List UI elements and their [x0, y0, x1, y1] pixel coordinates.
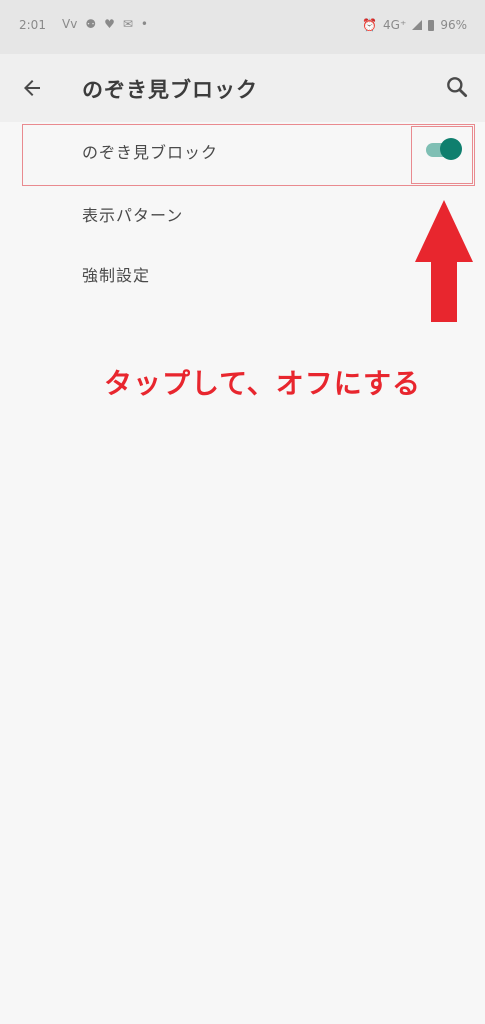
setting-label-force-setting: 強制設定 — [82, 266, 151, 285]
voicemail-icon: Vv — [62, 17, 78, 31]
settings-screen: 2:01 Vv ⚉ ♥ ✉ • ⏰ 4G⁺ 96% のぞき見ブロック のぞき見ブ… — [0, 0, 485, 1024]
annotation-text: タップして、オフにする — [104, 367, 422, 400]
shield-icon: ♥ — [104, 17, 115, 31]
network-type: 4G⁺ — [383, 18, 407, 32]
arrow-up-icon — [415, 200, 473, 322]
person-icon: ⚉ — [85, 17, 97, 31]
page-title: のぞき見ブロック — [82, 78, 258, 102]
app-bar: のぞき見ブロック — [0, 54, 485, 122]
setting-row-display-pattern[interactable]: 表示パターン — [0, 190, 485, 238]
battery-icon — [428, 19, 435, 31]
status-time: 2:01 — [19, 18, 46, 32]
search-icon[interactable] — [444, 74, 470, 100]
alarm-icon: ⏰ — [362, 18, 378, 32]
mail-icon: ✉ — [122, 17, 133, 31]
setting-row-force-setting[interactable]: 強制設定 — [0, 250, 485, 298]
dot-icon: • — [140, 17, 148, 31]
setting-label-display-pattern: 表示パターン — [82, 206, 184, 225]
peek-block-toggle[interactable] — [424, 137, 464, 161]
status-bar: 2:01 Vv ⚉ ♥ ✉ • ⏰ 4G⁺ 96% — [0, 0, 485, 54]
arrow-left-icon[interactable] — [20, 76, 44, 100]
notification-icons: Vv ⚉ ♥ ✉ • — [62, 17, 148, 31]
status-right: ⏰ 4G⁺ 96% — [362, 18, 467, 32]
toggle-thumb — [440, 138, 462, 160]
signal-icon — [412, 20, 423, 30]
battery-percent: 96% — [440, 18, 467, 32]
highlight-frame-row — [22, 124, 475, 186]
